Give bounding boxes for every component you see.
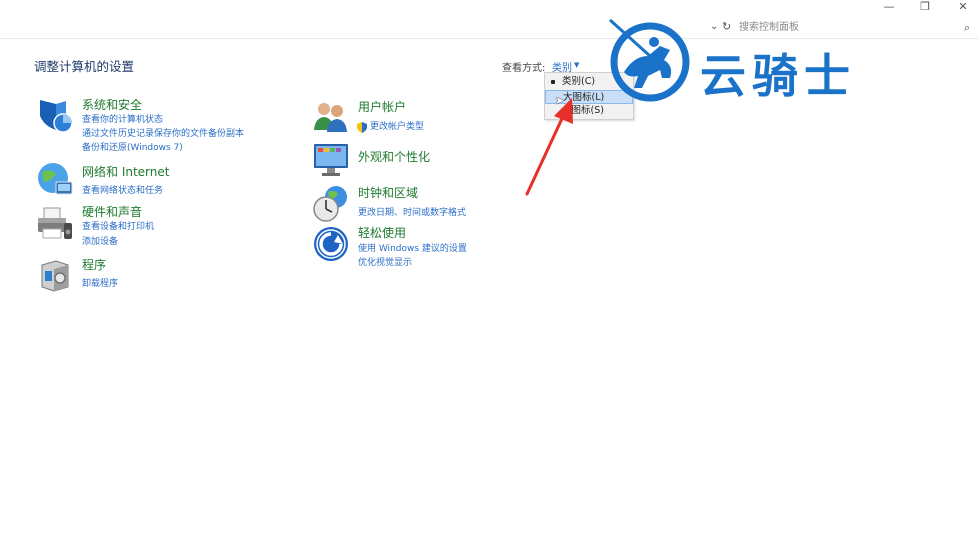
programs-box-icon[interactable] [36, 255, 74, 293]
category-title-appearance-personalization[interactable]: 外观和个性化 [358, 148, 430, 165]
link-add-device[interactable]: 添加设备 [82, 234, 118, 247]
title-bar [0, 0, 978, 18]
category-title-hardware-sound[interactable]: 硬件和声音 [82, 203, 142, 220]
link-backup-restore[interactable]: 备份和还原(Windows 7) [82, 140, 183, 153]
page-title: 调整计算机的设置 [34, 59, 135, 74]
link-view-network-status[interactable]: 查看网络状态和任务 [82, 183, 163, 196]
search-input[interactable]: 搜索控制面板 [733, 19, 973, 36]
chevron-down-icon[interactable]: ▼ [574, 61, 579, 69]
uac-shield-icon [357, 118, 367, 133]
link-view-computer-status[interactable]: 查看你的计算机状态 [82, 112, 163, 125]
minimize-button[interactable]: — [876, 0, 902, 16]
category-title-user-accounts[interactable]: 用户帐户 [358, 98, 406, 115]
users-icon[interactable] [312, 98, 350, 136]
link-uninstall-program[interactable]: 卸载程序 [82, 276, 118, 289]
category-title-network-internet[interactable]: 网络和 Internet [82, 163, 169, 180]
link-change-date-time-format[interactable]: 更改日期、时间或数字格式 [358, 205, 466, 218]
yunqishi-logo-icon [604, 16, 692, 104]
link-view-devices-printers[interactable]: 查看设备和打印机 [82, 219, 154, 232]
clock-globe-icon[interactable] [312, 184, 350, 222]
selected-bullet-icon [551, 80, 555, 84]
link-optimize-visual-display[interactable]: 优化视觉显示 [358, 255, 412, 268]
watermark-text: 云骑士 [700, 49, 856, 103]
category-title-programs[interactable]: 程序 [82, 256, 106, 273]
category-title-clock-region[interactable]: 时钟和区域 [358, 184, 418, 201]
search-placeholder: 搜索控制面板 [739, 22, 799, 33]
chevron-down-icon[interactable]: ⌄ [710, 21, 718, 32]
search-icon[interactable]: ⌕ [964, 21, 970, 35]
monitor-icon[interactable] [312, 140, 350, 178]
red-arrow-annotation [525, 98, 573, 196]
ease-of-access-icon[interactable] [312, 225, 350, 263]
link-windows-recommended-settings[interactable]: 使用 Windows 建议的设置 [358, 241, 467, 254]
link-change-account-type[interactable]: 更改帐户类型 [370, 119, 424, 132]
category-title-ease-of-access[interactable]: 轻松使用 [358, 224, 406, 241]
link-file-history-backup[interactable]: 通过文件历史记录保存你的文件备份副本 [82, 126, 244, 139]
category-title-system-security[interactable]: 系统和安全 [82, 96, 142, 113]
printer-icon[interactable] [36, 205, 74, 243]
view-by-label: 查看方式: [502, 63, 546, 74]
restore-button[interactable]: ❐ [912, 0, 938, 16]
network-globe-icon[interactable] [36, 160, 74, 198]
shield-icon[interactable] [36, 96, 74, 134]
close-button[interactable]: ✕ [950, 0, 976, 16]
refresh-icon[interactable]: ↻ [722, 20, 731, 33]
